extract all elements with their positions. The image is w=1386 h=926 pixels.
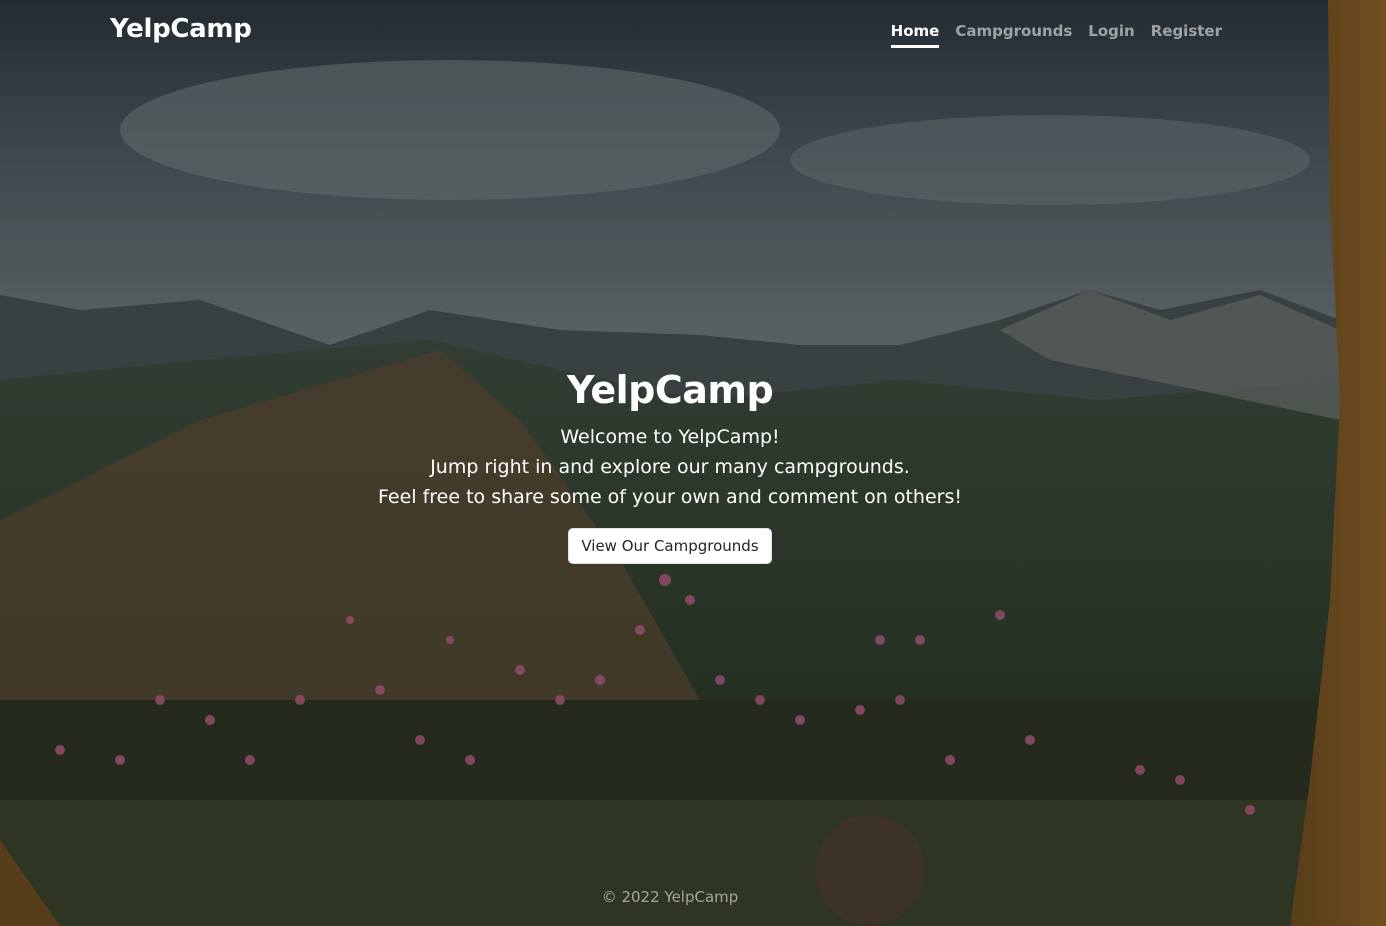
nav-link-login[interactable]: Login bbox=[1080, 20, 1142, 48]
view-campgrounds-button[interactable]: View Our Campgrounds bbox=[568, 528, 772, 564]
hero-title: YelpCamp bbox=[566, 368, 774, 412]
hero-line: Feel free to share some of your own and … bbox=[378, 486, 962, 508]
navbar: YelpCamp Home Campgrounds Login Register bbox=[0, 0, 1386, 64]
hero-line: Welcome to YelpCamp! bbox=[560, 426, 780, 448]
nav-link-campgrounds[interactable]: Campgrounds bbox=[947, 20, 1080, 48]
hero: YelpCamp Welcome to YelpCamp! Jump right… bbox=[0, 368, 1340, 564]
nav-links: Home Campgrounds Login Register bbox=[883, 20, 1230, 48]
footer-copyright: © 2022 YelpCamp bbox=[601, 888, 739, 906]
hero-line: Jump right in and explore our many campg… bbox=[430, 456, 910, 478]
footer: © 2022 YelpCamp bbox=[0, 888, 1340, 906]
brand-logo[interactable]: YelpCamp bbox=[110, 14, 252, 44]
nav-link-register[interactable]: Register bbox=[1143, 20, 1230, 48]
nav-link-home[interactable]: Home bbox=[890, 20, 940, 48]
